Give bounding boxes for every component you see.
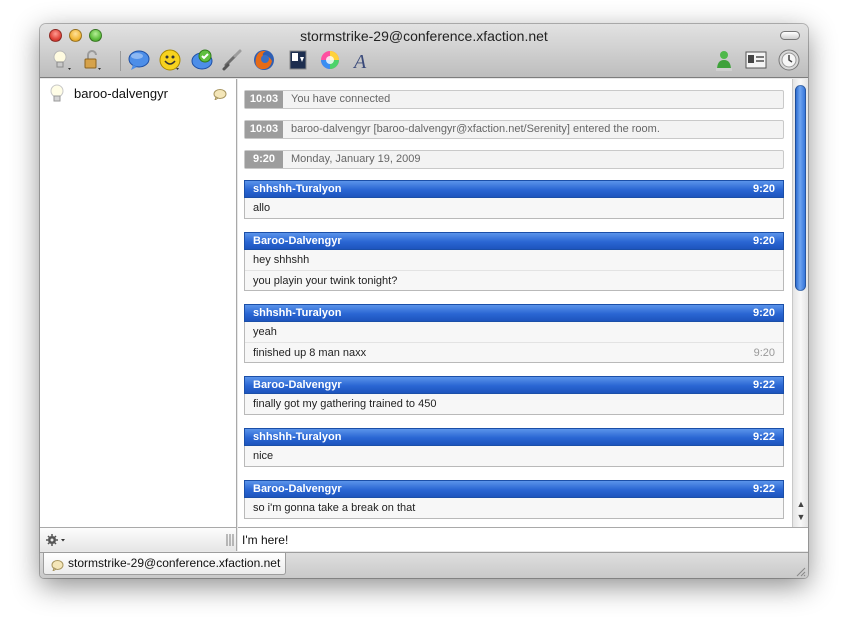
message-line-text: finished up 8 man naxx [253,347,367,359]
message-header: shhshh-Turalyon 9:22 [244,428,784,446]
font-icon[interactable]: A [349,48,373,73]
status-row: 10:03 baroo-dalvengyr [baroo-dalvengyr@x… [244,120,784,139]
message-line: finished up 8 man naxx 9:20 [245,342,783,362]
message-block: Baroo-Dalvengyr 9:22 finally got my gath… [244,376,784,415]
message-block: shhshh-Turalyon 9:20 yeah finished up 8 … [244,304,784,363]
message-line: finally got my gathering trained to 450 [253,398,437,410]
message-header: Baroo-Dalvengyr 9:22 [244,480,784,498]
chat-window: stormstrike-29@conference.xfaction.net A… [40,24,808,578]
status-bulb-icon[interactable] [50,48,74,72]
status-text: Monday, January 19, 2009 [291,153,421,165]
checkmark-bubble-icon[interactable] [190,48,214,72]
message-line: allo [253,202,271,214]
message-block: shhshh-Turalyon 9:22 nice [244,428,784,467]
message-time: 9:22 [752,379,775,391]
message-sender: shhshh-Turalyon [253,183,342,195]
chat-bubble-icon[interactable] [127,48,151,72]
svg-text:A: A [352,51,367,72]
participant-list: baroo-dalvengyr [40,79,237,527]
gear-menu-button[interactable] [44,532,68,548]
message-sender: Baroo-Dalvengyr [253,379,342,391]
person-icon[interactable] [712,48,736,72]
file-transfer-icon[interactable] [286,48,310,72]
message-time: 9:20 [752,183,775,195]
message-time: 9:22 [752,483,775,495]
window-resize-grip[interactable] [794,564,806,577]
message-block: Baroo-Dalvengyr 9:20 hey shhshh you play… [244,232,784,291]
split-resize-handle[interactable] [226,533,234,547]
participant-row[interactable]: baroo-dalvengyr [40,84,237,104]
message-sender: shhshh-Turalyon [253,307,342,319]
history-clock-icon[interactable] [777,48,801,72]
status-text: You have connected [291,93,391,105]
participant-name: baroo-dalvengyr [74,86,168,101]
chat-bubble-icon [51,558,64,573]
status-row: 9:20 Monday, January 19, 2009 [244,150,784,169]
tab-conference[interactable]: stormstrike-29@conference.xfaction.net [43,553,286,575]
message-line: nice [253,450,274,462]
status-timestamp: 10:03 [245,91,283,108]
link-icon[interactable] [221,48,245,72]
message-input-area [238,527,808,551]
status-timestamp: 9:20 [245,151,283,168]
scrollbar-thumb[interactable] [795,85,806,291]
profile-card-icon[interactable] [744,48,768,72]
message-block: shhshh-Turalyon 9:20 allo [244,180,784,219]
message-header: Baroo-Dalvengyr 9:20 [244,232,784,250]
message-sender: shhshh-Turalyon [253,431,342,443]
message-header: shhshh-Turalyon 9:20 [244,180,784,198]
status-text: baroo-dalvengyr [baroo-dalvengyr@xfactio… [291,123,660,135]
message-sender: Baroo-Dalvengyr [253,483,342,495]
window-title: stormstrike-29@conference.xfaction.net [300,28,548,44]
title-bar: stormstrike-29@conference.xfaction.net A [40,24,808,78]
typing-bubble-icon [213,87,227,102]
message-sender: Baroo-Dalvengyr [253,235,342,247]
message-header: shhshh-Turalyon 9:20 [244,304,784,322]
message-time: 9:20 [752,235,775,247]
firefox-icon[interactable] [252,48,276,72]
tab-label: stormstrike-29@conference.xfaction.net [68,556,281,570]
message-time: 9:22 [752,431,775,443]
toolbar-separator [120,51,121,71]
status-timestamp: 10:03 [245,121,283,138]
tab-bar: stormstrike-29@conference.xfaction.net [40,552,808,578]
lock-icon[interactable] [80,48,104,72]
message-line: yeah [253,326,277,338]
message-line-time: 9:20 [753,347,775,359]
message-time: 9:20 [752,307,775,319]
message-line: hey shhshh [253,254,310,266]
gear-icon [46,534,65,546]
transcript-scrollbar[interactable]: ▲ ▼ [792,79,808,527]
status-row: 10:03 You have connected [244,90,784,109]
message-line: you playin your twink tonight? [245,270,783,290]
message-input[interactable] [242,531,802,549]
chat-transcript: 10:03 You have connected 10:03 baroo-dal… [238,79,792,527]
color-wheel-icon[interactable] [318,48,342,72]
message-header: Baroo-Dalvengyr 9:22 [244,376,784,394]
scroll-up-arrow-icon[interactable]: ▲ [796,499,806,509]
toolbar-toggle-button[interactable] [780,31,800,40]
scroll-down-arrow-icon[interactable]: ▼ [796,512,806,522]
status-bulb-icon [50,84,64,104]
smiley-icon[interactable] [158,48,182,72]
sidebar-footer [40,527,237,551]
message-line: so i'm gonna take a break on that [253,502,416,514]
message-block: Baroo-Dalvengyr 9:22 so i'm gonna take a… [244,480,784,519]
